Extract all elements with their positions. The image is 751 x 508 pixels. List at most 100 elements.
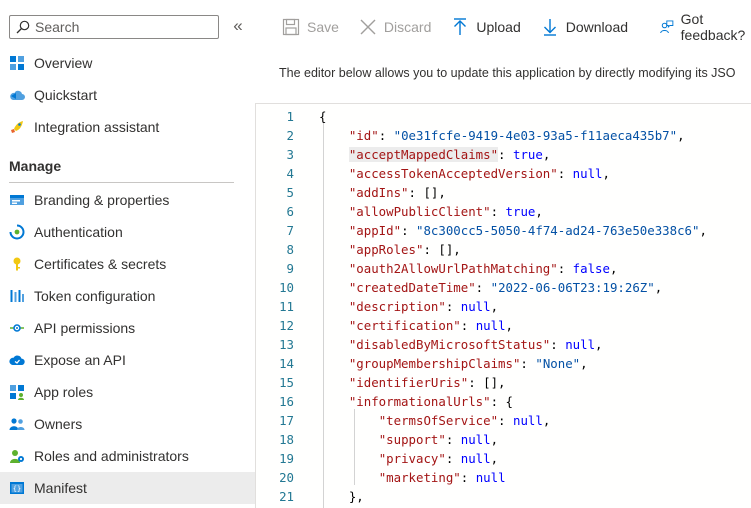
code-line[interactable]: 16 "informationalUrls": {	[256, 392, 751, 411]
search-input[interactable]	[35, 19, 205, 35]
code-line[interactable]: 3 "acceptMappedClaims": true,	[256, 145, 751, 164]
code-line[interactable]: 12 "certification": null,	[256, 316, 751, 335]
feedback-label: Got feedback?	[680, 11, 746, 43]
sidebar-item-branding-properties[interactable]: Branding & properties	[0, 184, 255, 216]
code-line[interactable]: 15 "identifierUris": [],	[256, 373, 751, 392]
close-icon	[360, 19, 376, 35]
sidebar-item-label: App roles	[34, 384, 94, 400]
app-roles-icon	[10, 385, 24, 400]
download-label: Download	[565, 19, 629, 35]
line-number: 8	[286, 242, 294, 257]
json-key: "informationalUrls"	[348, 394, 491, 409]
sidebar-item-expose-an-api[interactable]: Expose an API	[0, 344, 255, 376]
code-line[interactable]: 13 "disabledByMicrosoftStatus": null,	[256, 335, 751, 354]
overview-grid-icon	[10, 56, 24, 70]
code-line[interactable]: 2 "id": "0e31fcfe-9419-4e03-93a5-f11aeca…	[256, 126, 751, 145]
code-text: },	[319, 489, 364, 504]
code-text: "allowPublicClient": true,	[348, 204, 543, 219]
line-number: 11	[279, 299, 294, 314]
code-line[interactable]: 20 "marketing": null	[256, 468, 751, 487]
manage-section-heading: Manage	[9, 158, 62, 174]
code-line[interactable]: 1{	[256, 107, 751, 126]
line-number: 17	[279, 413, 294, 428]
code-line[interactable]: 21 },	[256, 487, 751, 506]
json-key: "certification"	[348, 318, 461, 333]
sidebar-item-label: API permissions	[34, 320, 136, 336]
sidebar-item-quickstart[interactable]: Quickstart	[0, 79, 255, 111]
sidebar-item-authentication[interactable]: Authentication	[0, 216, 255, 248]
sidebar-item-app-roles[interactable]: App roles	[0, 376, 255, 408]
save-icon	[282, 18, 300, 36]
line-number: 13	[279, 337, 294, 352]
sidebar-item-label: Overview	[34, 55, 93, 71]
sidebar-item-owners[interactable]: Owners	[0, 408, 255, 440]
sidebar-item-label: Certificates & secrets	[34, 256, 167, 272]
code-text: "termsOfService": null,	[378, 413, 551, 428]
save-button[interactable]: Save	[272, 12, 349, 42]
sidebar-item-overview[interactable]: Overview	[0, 47, 255, 79]
code-line[interactable]: 11 "description": null,	[256, 297, 751, 316]
code-line[interactable]: 9 "oauth2AllowUrlPathMatching": false,	[256, 259, 751, 278]
code-line[interactable]: 17 "termsOfService": null,	[256, 411, 751, 430]
sidebar-item-api-permissions[interactable]: API permissions	[0, 312, 255, 344]
sidebar-item-roles-and-administrators[interactable]: Roles and administrators	[0, 440, 255, 472]
rocket-icon	[11, 121, 23, 133]
command-bar: Save Discard Upload Download Got feedbac	[272, 11, 751, 43]
search-box[interactable]	[9, 15, 219, 39]
json-key: "oauth2AllowUrlPathMatching"	[348, 261, 558, 276]
upload-button[interactable]: Upload	[441, 12, 530, 42]
download-button[interactable]: Download	[531, 12, 638, 42]
sidebar-item-label: Quickstart	[34, 87, 98, 103]
code-text: "description": null,	[348, 299, 499, 314]
code-line[interactable]: 6 "allowPublicClient": true,	[256, 202, 751, 221]
sidebar-item-label: Branding & properties	[34, 192, 170, 208]
code-text: "id": "0e31fcfe-9419-4e03-93a5-f11aeca43…	[348, 128, 685, 143]
save-label: Save	[307, 19, 339, 35]
line-number: 21	[279, 489, 294, 504]
collapse-sidebar-button[interactable]: «	[230, 15, 246, 37]
api-permissions-icon	[10, 324, 24, 332]
code-text: "disabledByMicrosoftStatus": null,	[348, 337, 603, 352]
sidebar-item-label: Owners	[34, 416, 83, 432]
sidebar-item-label: Manifest	[34, 480, 87, 496]
code-text: "createdDateTime": "2022-06-06T23:19:26Z…	[348, 280, 663, 295]
cloud-api-icon	[9, 355, 25, 365]
sidebar-item-label: Integration assistant	[34, 119, 160, 135]
code-text: "oauth2AllowUrlPathMatching": false,	[348, 261, 618, 276]
line-number: 9	[286, 261, 294, 276]
json-key: "accessTokenAcceptedVersion"	[348, 166, 558, 181]
code-text: "appId": "8c300cc5-5050-4f74-ad24-763e50…	[348, 223, 707, 238]
line-number: 4	[286, 166, 294, 181]
cloud-quickstart-icon	[10, 90, 25, 100]
discard-button[interactable]: Discard	[349, 12, 441, 42]
manifest-json-editor[interactable]: 1{2 "id": "0e31fcfe-9419-4e03-93a5-f11ae…	[255, 103, 751, 508]
feedback-button[interactable]: Got feedback?	[650, 11, 751, 43]
sidebar-item-token-configuration[interactable]: Token configuration	[0, 280, 255, 312]
manifest-icon: {}	[10, 482, 24, 494]
line-number: 3	[286, 147, 294, 162]
sidebar-item-label: Authentication	[34, 224, 123, 240]
json-key: "addIns"	[348, 185, 409, 200]
code-line[interactable]: 5 "addIns": [],	[256, 183, 751, 202]
code-text: {	[319, 109, 327, 124]
line-number: 6	[286, 204, 294, 219]
sidebar-item-manifest[interactable]: {} Manifest	[0, 472, 255, 504]
json-key: "identifierUris"	[348, 375, 469, 390]
json-key: "id"	[348, 128, 379, 143]
sidebar-item-label: Token configuration	[34, 288, 156, 304]
code-line[interactable]: 10 "createdDateTime": "2022-06-06T23:19:…	[256, 278, 751, 297]
code-line[interactable]: 19 "privacy": null,	[256, 449, 751, 468]
code-line[interactable]: 4 "accessTokenAcceptedVersion": null,	[256, 164, 751, 183]
code-text: "identifierUris": [],	[348, 375, 506, 390]
json-key: "appId"	[348, 223, 402, 238]
code-line[interactable]: 18 "support": null,	[256, 430, 751, 449]
code-line[interactable]: 7 "appId": "8c300cc5-5050-4f74-ad24-763e…	[256, 221, 751, 240]
sidebar-item-certificates-secrets[interactable]: Certificates & secrets	[0, 248, 255, 280]
sidebar-item-label: Roles and administrators	[34, 448, 189, 464]
sidebar-item-integration-assistant[interactable]: Integration assistant	[0, 111, 255, 143]
code-line[interactable]: 8 "appRoles": [],	[256, 240, 751, 259]
code-line[interactable]: 14 "groupMembershipClaims": "None",	[256, 354, 751, 373]
json-key: "allowPublicClient"	[348, 204, 491, 219]
token-bars-icon	[10, 290, 24, 302]
json-key: "privacy"	[378, 451, 446, 466]
